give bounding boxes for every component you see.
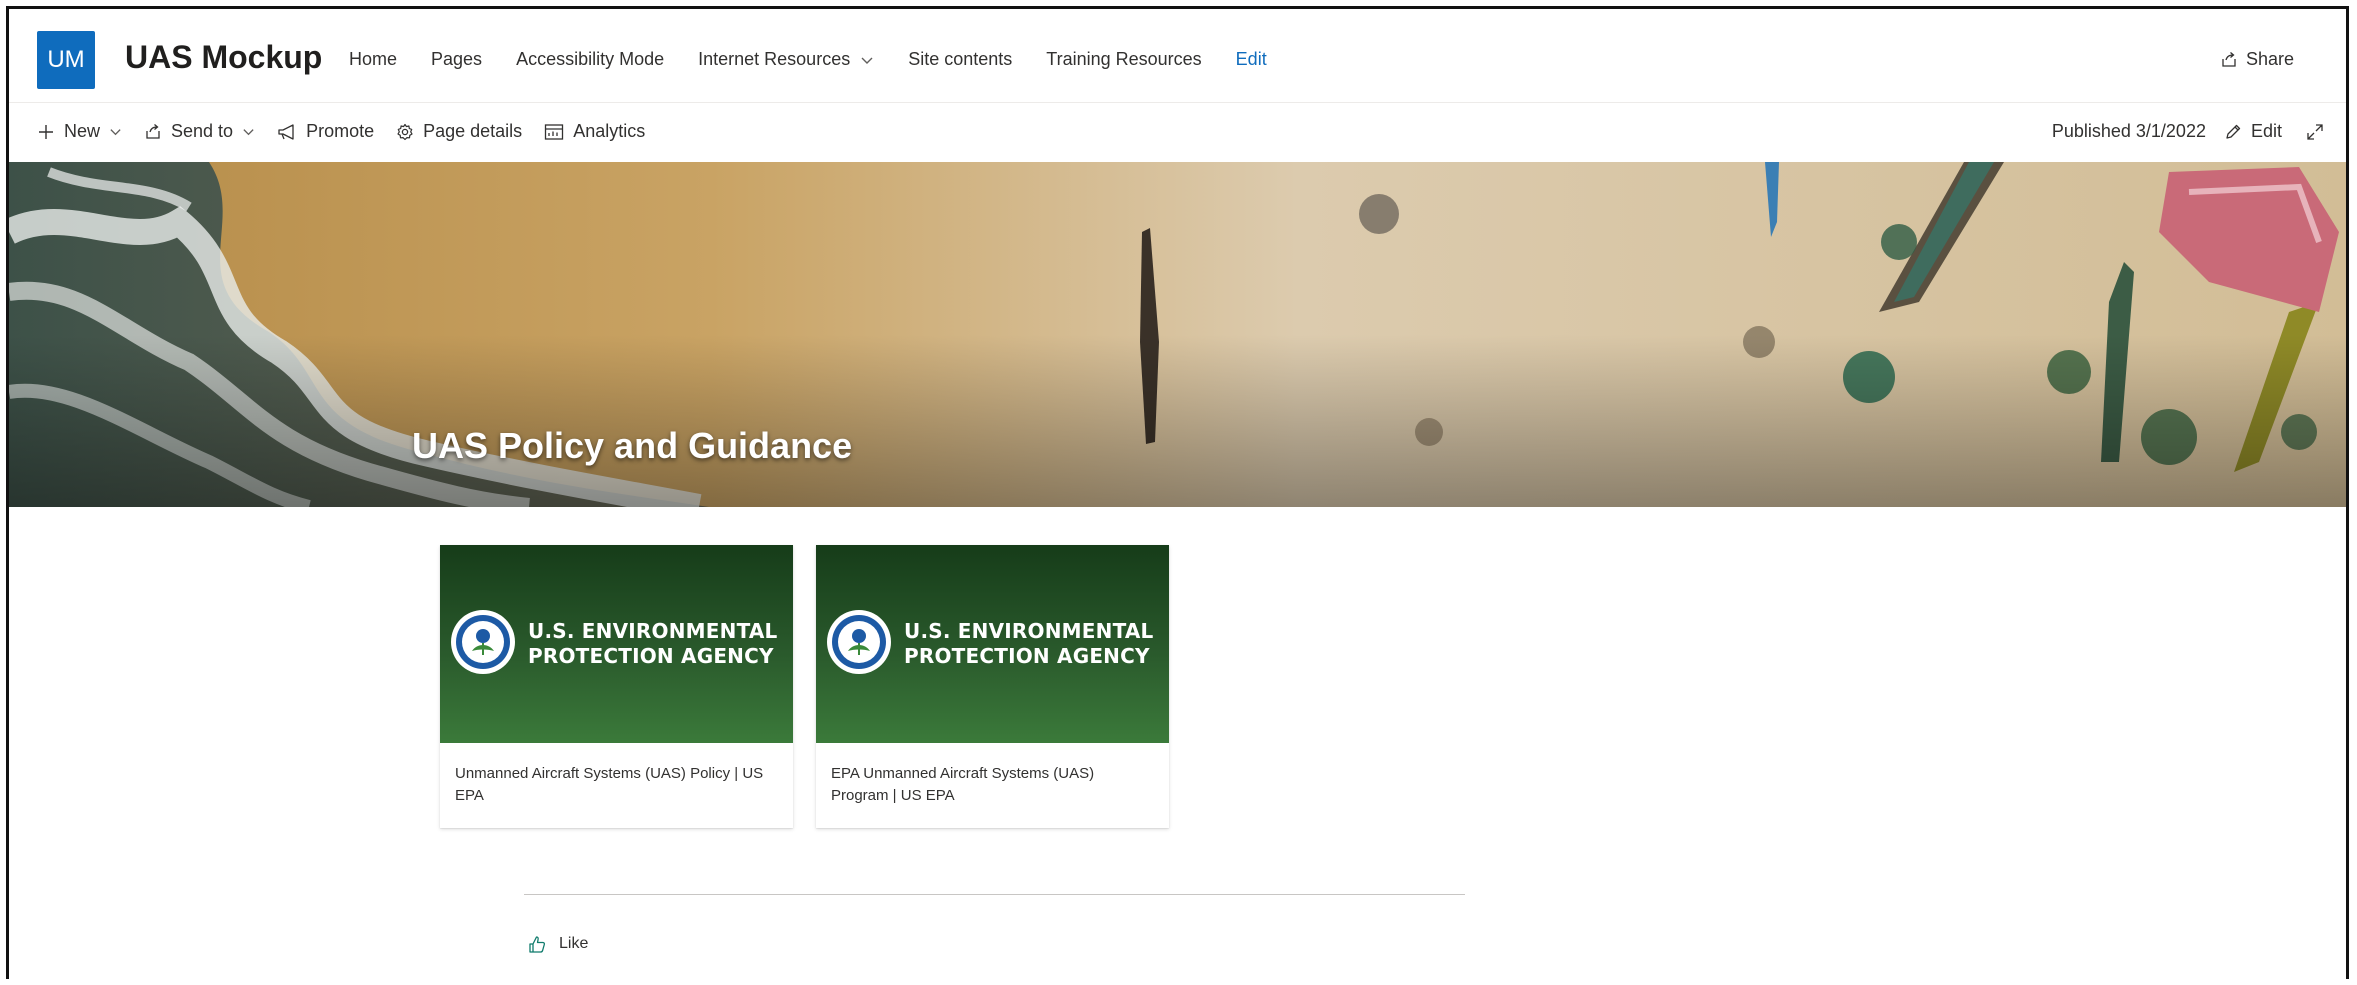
nav-edit-link[interactable]: Edit bbox=[1236, 49, 1267, 70]
site-logo[interactable]: UM bbox=[37, 31, 95, 89]
section-divider bbox=[524, 894, 1465, 895]
nav-item-label: Home bbox=[349, 49, 398, 69]
nav-item-training-resources[interactable]: Training Resources bbox=[1046, 49, 1201, 70]
card-thumbnail: U.S. ENVIRONMENTAL PROTECTION AGENCY bbox=[440, 545, 793, 743]
expand-icon[interactable] bbox=[2306, 123, 2324, 141]
quick-link-card[interactable]: U.S. ENVIRONMENTAL PROTECTION AGENCY Unm… bbox=[440, 545, 793, 828]
quick-link-card[interactable]: U.S. ENVIRONMENTAL PROTECTION AGENCY EPA… bbox=[816, 545, 1169, 828]
analytics-button[interactable]: Analytics bbox=[544, 121, 645, 142]
nav-item-label: Training Resources bbox=[1046, 49, 1202, 69]
send-to-label: Send to bbox=[171, 121, 234, 141]
analytics-icon bbox=[545, 123, 564, 140]
share-button[interactable]: Share bbox=[2220, 49, 2294, 70]
chevron-down-icon bbox=[110, 129, 121, 136]
nav-item-label: Accessibility Mode bbox=[516, 49, 665, 69]
analytics-label: Analytics bbox=[573, 121, 646, 141]
nav-item-pages[interactable]: Pages bbox=[431, 49, 482, 70]
epa-wordmark: U.S. ENVIRONMENTAL PROTECTION AGENCY bbox=[904, 619, 1153, 669]
share-label: Share bbox=[2245, 49, 2294, 69]
chevron-down-icon bbox=[243, 129, 254, 136]
epa-seal-icon bbox=[451, 610, 515, 674]
nav-item-label: Edit bbox=[1235, 49, 1267, 69]
command-bar: New Send to Promote Page details Analyti… bbox=[9, 104, 2346, 162]
epa-wordmark-line: PROTECTION AGENCY bbox=[904, 644, 1150, 668]
nav-item-accessibility-mode[interactable]: Accessibility Mode bbox=[516, 49, 664, 70]
share-icon bbox=[2222, 51, 2236, 67]
share-arrow-icon bbox=[146, 123, 160, 139]
quick-links: U.S. ENVIRONMENTAL PROTECTION AGENCY Unm… bbox=[440, 545, 1192, 828]
thumbs-up-icon bbox=[529, 936, 546, 953]
chevron-down-icon bbox=[861, 57, 873, 64]
page-details-button[interactable]: Page details bbox=[396, 121, 522, 142]
nav-item-home[interactable]: Home bbox=[349, 49, 397, 70]
edit-button[interactable]: Edit bbox=[2224, 121, 2282, 142]
promote-label: Promote bbox=[306, 121, 375, 141]
top-navigation: Home Pages Accessibility Mode Internet R… bbox=[349, 49, 1301, 70]
site-header: UM UAS Mockup Home Pages Accessibility M… bbox=[9, 9, 2346, 103]
plus-icon bbox=[39, 124, 53, 139]
card-thumbnail: U.S. ENVIRONMENTAL PROTECTION AGENCY bbox=[816, 545, 1169, 743]
like-label: Like bbox=[559, 935, 589, 952]
epa-wordmark: U.S. ENVIRONMENTAL PROTECTION AGENCY bbox=[528, 619, 777, 669]
nav-item-site-contents[interactable]: Site contents bbox=[908, 49, 1012, 70]
epa-wordmark-line: U.S. ENVIRONMENTAL bbox=[528, 619, 778, 643]
card-caption: Unmanned Aircraft Systems (UAS) Policy |… bbox=[455, 765, 764, 804]
pencil-icon bbox=[2226, 124, 2241, 139]
nav-item-internet-resources[interactable]: Internet Resources bbox=[698, 49, 874, 70]
epa-wordmark-line: PROTECTION AGENCY bbox=[528, 644, 774, 668]
hero-banner: UAS Policy and Guidance bbox=[9, 162, 2346, 507]
gear-icon bbox=[397, 123, 413, 140]
new-button[interactable]: New bbox=[37, 121, 122, 142]
published-status: Published 3/1/2022 bbox=[2051, 121, 2206, 141]
sharepoint-page: UM UAS Mockup Home Pages Accessibility M… bbox=[6, 6, 2349, 979]
epa-wordmark-line: U.S. ENVIRONMENTAL bbox=[904, 619, 1154, 643]
edit-label: Edit bbox=[2250, 121, 2282, 141]
nav-item-label: Site contents bbox=[908, 49, 1013, 69]
like-button[interactable]: Like bbox=[527, 934, 588, 954]
new-label: New bbox=[64, 121, 101, 141]
card-caption: EPA Unmanned Aircraft Systems (UAS) Prog… bbox=[831, 765, 1095, 804]
nav-item-label: Pages bbox=[431, 49, 483, 69]
promote-button[interactable]: Promote bbox=[277, 121, 374, 142]
megaphone-icon bbox=[278, 123, 294, 140]
site-title[interactable]: UAS Mockup bbox=[125, 39, 322, 76]
page-title: UAS Policy and Guidance bbox=[412, 425, 853, 466]
beach-aerial-photo bbox=[9, 162, 2346, 507]
page-details-label: Page details bbox=[423, 121, 523, 141]
send-to-button[interactable]: Send to bbox=[144, 121, 255, 142]
epa-seal-icon bbox=[827, 610, 891, 674]
nav-item-label: Internet Resources bbox=[698, 49, 851, 69]
